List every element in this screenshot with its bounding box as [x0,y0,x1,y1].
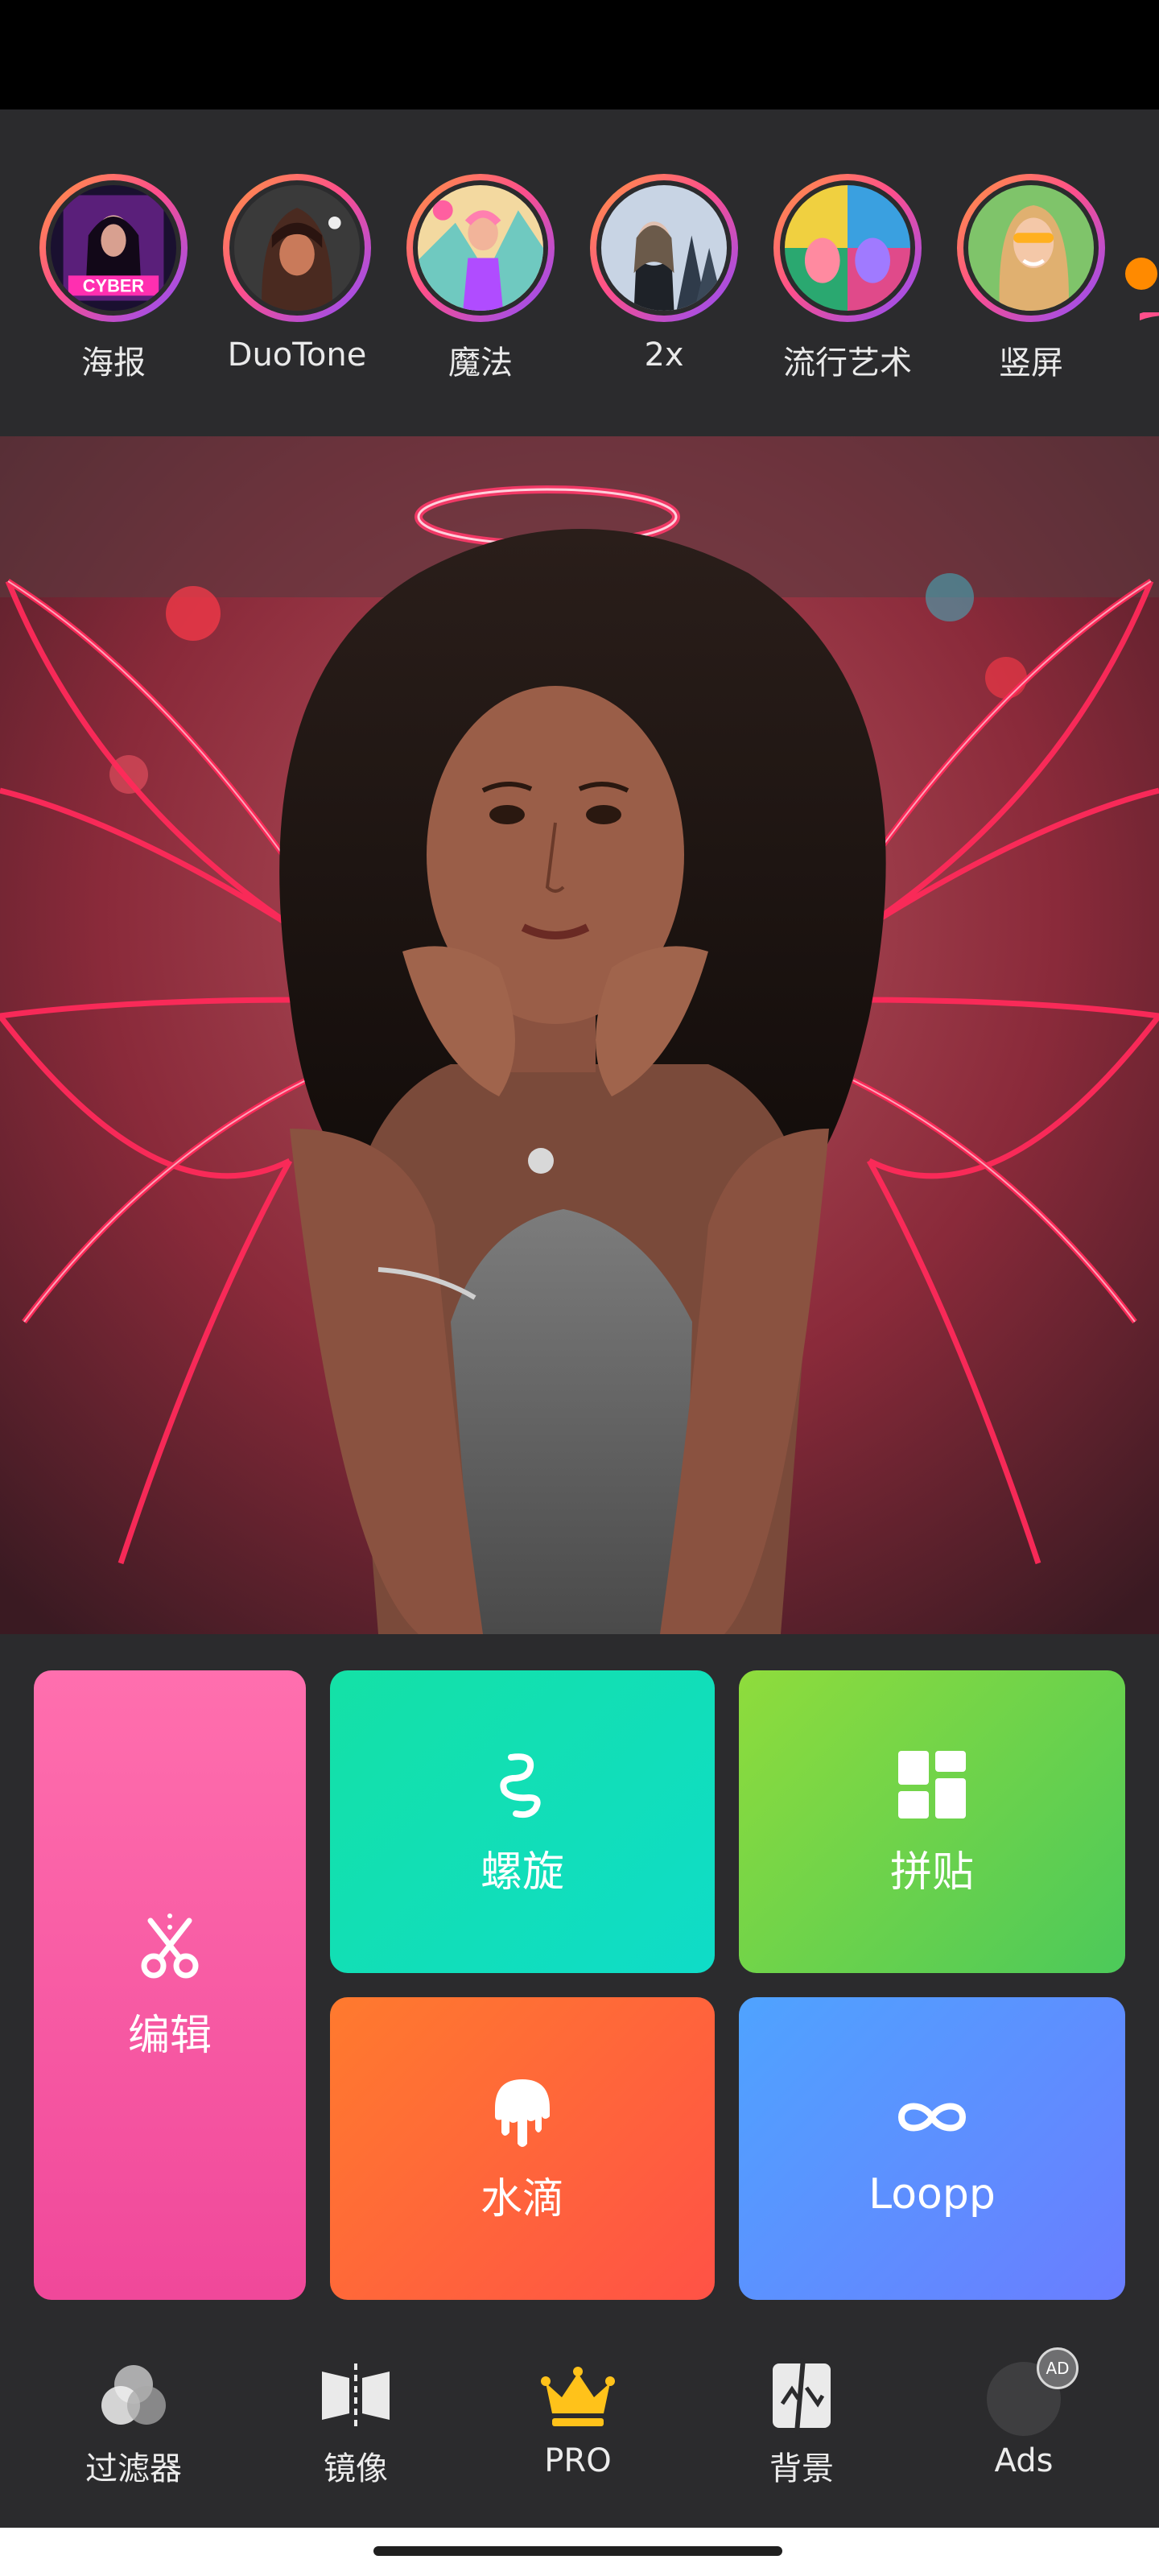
spiral-label: 螺旋 [480,1847,564,1897]
featured-image[interactable] [0,436,1159,1634]
poster-thumbnail: CYBER [51,185,176,311]
drip-label: 水滴 [480,2174,564,2223]
nav-background-label: 背景 [769,2450,834,2487]
status-bar [0,0,1159,109]
crown-icon [538,2355,618,2436]
magic-thumbnail [418,185,543,311]
story-ring [590,174,738,322]
gesture-bar[interactable] [373,2546,782,2556]
nav-ads[interactable]: AD Ads [943,2347,1104,2479]
2x-thumbnail [601,185,727,311]
story-ring [773,174,922,322]
story-item-duotone[interactable]: DuoTone [221,174,373,374]
story-label: DuoTone [227,336,367,374]
filter-circles-icon [93,2355,174,2436]
bottom-navigation: 过滤器 镜像 PRO 背景 AD Ads [0,2339,1159,2524]
story-ring [957,174,1105,322]
nav-pro[interactable]: PRO [497,2355,658,2479]
poster-thumb-text: CYBER [83,276,145,296]
drip-icon [484,2073,561,2150]
story-label: 海报 [81,345,146,382]
spiral-tile[interactable]: 螺旋 [330,1670,715,1973]
story-ring [406,174,555,322]
story-item-portrait[interactable]: 竖屏 [955,174,1107,383]
background-swap-icon [761,2355,842,2436]
pop-art-thumbnail [785,185,910,311]
nav-filter[interactable]: 过滤器 [53,2355,214,2489]
story-item-2x[interactable]: 2x [588,174,740,374]
duotone-thumbnail [234,185,360,311]
story-item-poster[interactable]: CYBER 海报 [37,174,190,383]
scroll-indicator-dot [1125,258,1157,290]
drip-tile[interactable]: 水滴 [330,1997,715,2300]
spiral-icon [484,1746,561,1823]
ad-badge: AD [1037,2347,1079,2389]
story-ring [223,174,371,322]
story-label: 竖屏 [999,345,1063,382]
story-label: 流行艺术 [783,345,912,382]
loopp-label: Loopp [868,2170,996,2219]
story-item-pop-art[interactable]: 流行艺术 [771,174,924,383]
collage-tile[interactable]: 拼贴 [739,1670,1125,1973]
story-carousel[interactable]: CYBER 海报 DuoTone 魔法 2x 流行艺术 竖屏 [0,109,1159,460]
ads-icon: AD [984,2347,1079,2436]
mirror-icon [316,2355,396,2436]
story-item-magic[interactable]: 魔法 [404,174,557,383]
nav-filter-label: 过滤器 [85,2450,182,2487]
nav-ads-label: Ads [994,2442,1054,2479]
infinity-icon [893,2079,971,2156]
collage-grid-icon [893,1746,971,1823]
nav-background[interactable]: 背景 [721,2355,882,2489]
edit-label: 编辑 [127,2011,212,2060]
nav-pro-label: PRO [544,2442,612,2479]
scissors-icon [131,1909,208,1987]
story-label: 魔法 [448,345,513,382]
nav-mirror-label: 镜像 [324,2450,388,2487]
portrait-thumbnail [968,185,1094,311]
story-label: 2x [644,336,684,374]
nav-mirror[interactable]: 镜像 [275,2355,436,2489]
edit-tile[interactable]: 编辑 [34,1670,306,2300]
collage-label: 拼贴 [889,1847,974,1897]
story-ring: CYBER [39,174,188,322]
loopp-tile[interactable]: Loopp [739,1997,1125,2300]
